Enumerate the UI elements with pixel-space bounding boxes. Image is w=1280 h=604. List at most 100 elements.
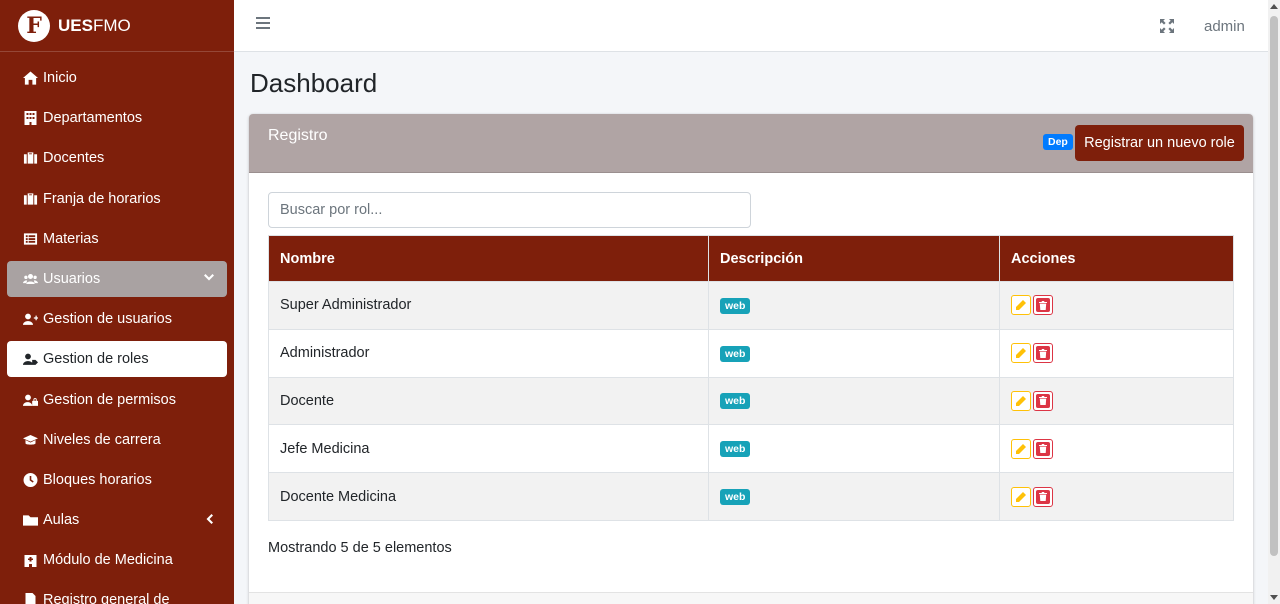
role-description-cell: web [708, 472, 1000, 521]
role-name: Administrador [268, 328, 709, 378]
scroll-up-icon[interactable] [1270, 4, 1278, 9]
delete-button[interactable] [1033, 438, 1053, 459]
hospital-icon [21, 553, 39, 568]
edit-button[interactable] [1011, 295, 1031, 316]
role-name: Docente Medicina [268, 472, 709, 521]
actions-cell [999, 328, 1234, 378]
roles-table: Nombre Descripción Acciones Super Admini… [268, 235, 1234, 521]
sidebar-item-gestion-usuarios[interactable]: Gestion de usuarios [7, 301, 227, 337]
guard-badge: web [720, 441, 751, 458]
sidebar-item-materias[interactable]: Materias [7, 221, 227, 257]
actions-cell [999, 281, 1234, 330]
building-icon [21, 111, 39, 126]
table-row: Super Administrador web [268, 281, 1234, 330]
guard-badge: web [720, 489, 751, 506]
column-header-acciones: Acciones [999, 235, 1234, 282]
scrollbar-thumb[interactable] [1270, 16, 1278, 556]
delete-button[interactable] [1033, 390, 1053, 411]
sidebar-item-label: Materias [43, 230, 99, 247]
sidebar-item-label: Departamentos [43, 110, 143, 127]
sidebar-item-inicio[interactable]: Inicio [7, 60, 227, 96]
trash-icon [1039, 444, 1047, 454]
delete-button[interactable] [1033, 295, 1053, 316]
clock-icon [21, 472, 39, 487]
role-description-cell: web [708, 424, 1000, 474]
roles-card: Registro Dep Registrar un nuevo role Nom… [249, 114, 1253, 604]
new-role-button[interactable]: Registrar un nuevo role [1075, 125, 1244, 161]
sidebar-nav: Inicio Departamentos Docentes Franja de … [0, 52, 234, 604]
menu-toggle-icon[interactable] [256, 17, 270, 29]
sidebar-item-label: Gestion de roles [43, 351, 149, 368]
users-icon [21, 272, 39, 286]
sidebar-item-gestion-permisos[interactable]: Gestion de permisos [7, 382, 227, 418]
delete-button[interactable] [1033, 486, 1053, 507]
column-header-descripcion: Descripción [708, 235, 1000, 282]
guard-badge: web [720, 297, 751, 314]
graduation-icon [21, 433, 39, 447]
sidebar-item-label: Docentes [43, 150, 105, 167]
brand-logo: F [18, 9, 50, 42]
actions-cell [999, 376, 1234, 426]
sidebar-item-bloques-horarios[interactable]: Bloques horarios [7, 462, 227, 498]
sidebar-item-usuarios[interactable]: Usuarios [7, 260, 227, 297]
edit-button[interactable] [1011, 343, 1031, 364]
pencil-icon [1016, 348, 1026, 359]
sidebar-item-gestion-roles[interactable]: Gestion de roles [7, 341, 227, 378]
sidebar-item-docentes[interactable]: Docentes [7, 140, 227, 176]
trash-icon [1039, 396, 1047, 406]
chevron-left-icon [203, 513, 215, 525]
search-input[interactable] [268, 192, 751, 228]
fullscreen-icon[interactable] [1160, 19, 1174, 33]
pencil-icon [1016, 491, 1026, 502]
sidebar-item-label: Gestion de permisos [43, 391, 176, 408]
sidebar-item-aulas[interactable]: Aulas [7, 502, 227, 538]
home-icon [21, 71, 39, 85]
role-description-cell: web [708, 328, 1000, 378]
user-menu[interactable]: admin [1204, 18, 1245, 35]
sidebar-item-registro-general[interactable]: Registro general de [7, 582, 227, 604]
table-row: Jefe Medicina web [268, 424, 1234, 474]
edit-button[interactable] [1011, 390, 1031, 411]
table-row: Administrador web [268, 328, 1234, 378]
topbar: admin [234, 0, 1268, 52]
sidebar-item-label: Usuarios [43, 270, 101, 287]
page-scrollbar[interactable] [1268, 0, 1280, 604]
edit-button[interactable] [1011, 438, 1031, 459]
sidebar-item-departamentos[interactable]: Departamentos [7, 100, 227, 136]
delete-button[interactable] [1033, 343, 1053, 364]
sidebar-item-label: Gestion de usuarios [43, 311, 172, 328]
column-header-nombre: Nombre [268, 235, 709, 282]
sidebar-item-label: Aulas [43, 512, 80, 529]
card-title: Registro [268, 127, 328, 144]
sidebar-item-franja-horarios[interactable]: Franja de horarios [7, 181, 227, 217]
folder-icon [21, 513, 39, 527]
table-row: Docente Medicina web [268, 472, 1234, 521]
list-icon [21, 232, 39, 246]
user-plus-icon [21, 312, 39, 326]
briefcase-icon [21, 192, 39, 206]
user-lock-icon [21, 393, 39, 407]
card-header: Registro Dep Registrar un nuevo role [249, 114, 1253, 173]
actions-cell [999, 424, 1234, 474]
table-header-row: Nombre Descripción Acciones [268, 235, 1234, 282]
card-footer [249, 592, 1253, 604]
actions-cell [999, 472, 1234, 521]
sidebar-item-modulo-medicina[interactable]: Módulo de Medicina [7, 542, 227, 578]
edit-button[interactable] [1011, 486, 1031, 507]
sidebar-item-label: Registro general de [43, 592, 170, 604]
sidebar-item-niveles-carrera[interactable]: Niveles de carrera [7, 422, 227, 458]
trash-icon [1039, 348, 1047, 358]
scroll-down-icon[interactable] [1270, 595, 1278, 600]
dep-badge: Dep [1043, 134, 1073, 150]
chevron-down-icon [203, 272, 215, 284]
brand-link[interactable]: F UESFMO [0, 0, 234, 52]
role-name: Super Administrador [268, 281, 709, 330]
user-tag-icon [21, 352, 39, 366]
role-name: Jefe Medicina [268, 424, 709, 474]
trash-icon [1039, 300, 1047, 310]
sidebar-item-label: Módulo de Medicina [43, 552, 173, 569]
pagination-info: Mostrando 5 de 5 elementos [268, 540, 452, 556]
sidebar-item-label: Bloques horarios [43, 471, 152, 488]
pencil-icon [1016, 395, 1026, 406]
sidebar-item-label: Inicio [43, 70, 77, 86]
